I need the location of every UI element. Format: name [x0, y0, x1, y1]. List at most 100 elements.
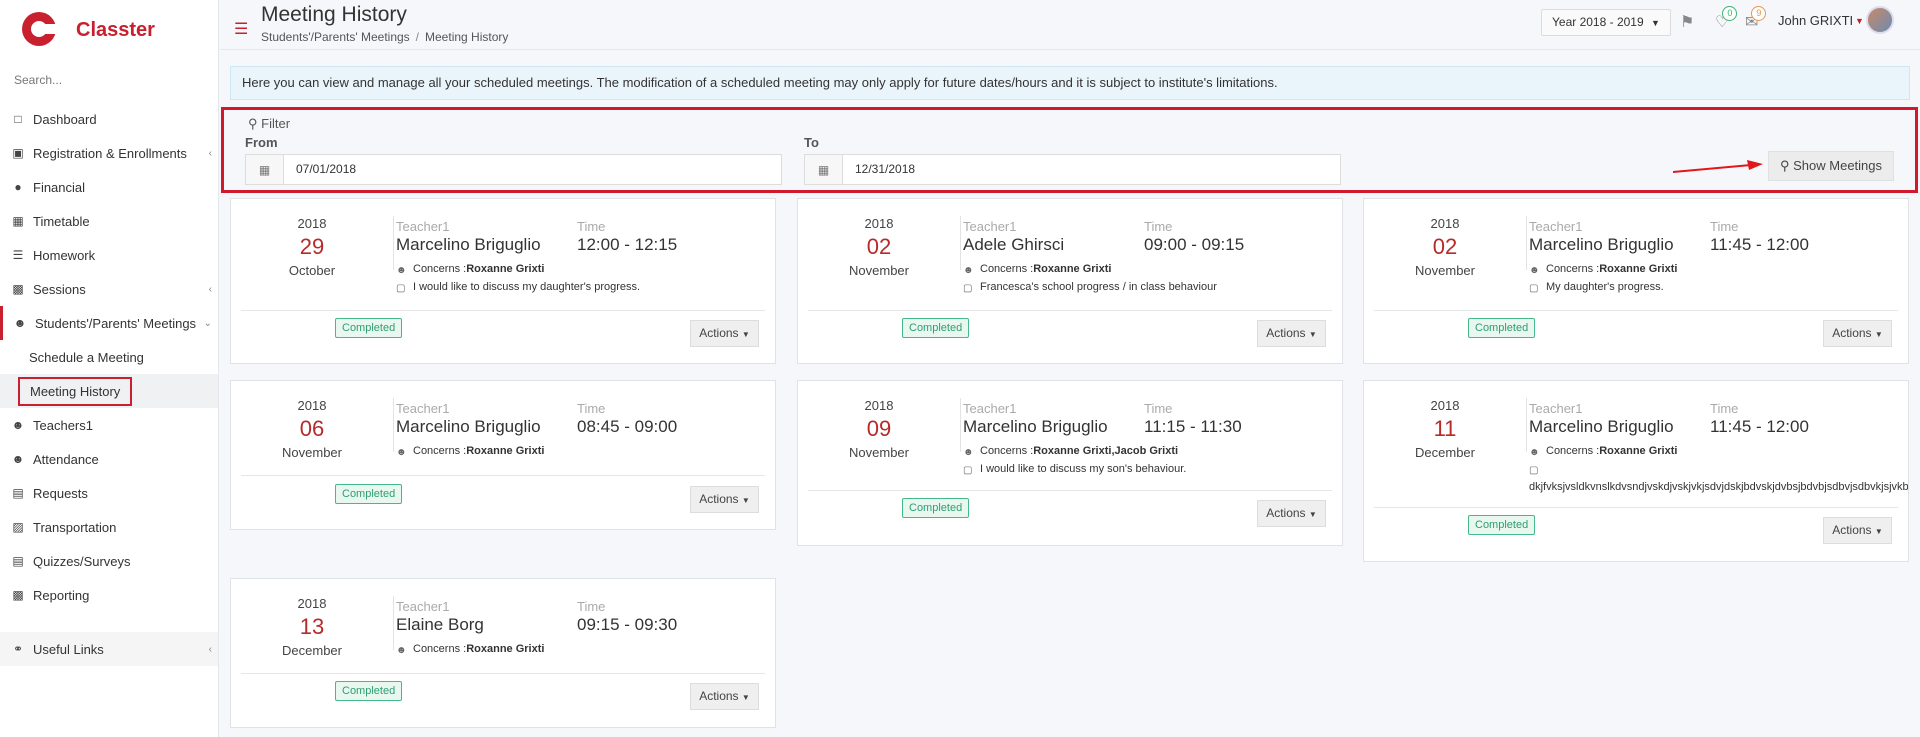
meeting-card: 2018 02 November Teacher1 Adele Ghirsci …	[797, 198, 1343, 364]
teacher-name: Adele Ghirsci	[963, 235, 1065, 254]
sidebar-item-financial[interactable]: ● Financial	[0, 170, 218, 204]
meeting-time: 11:15 - 11:30	[1144, 417, 1242, 436]
document-icon: ▤	[12, 486, 24, 500]
meeting-time: 09:15 - 09:30	[577, 615, 678, 634]
actions-button[interactable]: Actions ▼	[1823, 517, 1892, 544]
status-badge: Completed	[902, 498, 970, 518]
sidebar-subitem-meeting-history[interactable]: Meeting History	[0, 374, 218, 408]
sidebar-item-homework[interactable]: ☰ Homework	[0, 238, 218, 272]
search-icon: ⚲	[1779, 158, 1790, 173]
status-badge: Completed	[335, 681, 403, 701]
caret-down-icon[interactable]: ▼	[1855, 16, 1864, 26]
calendar-icon[interactable]: ▦	[805, 155, 843, 184]
actions-button[interactable]: Actions ▼	[690, 683, 759, 710]
from-label: From	[245, 135, 278, 150]
top-header: ☰ Meeting History Students'/Parents' Mee…	[220, 0, 1920, 50]
sidebar-item-dashboard[interactable]: □ Dashboard	[0, 102, 218, 136]
calendar-icon[interactable]: ▦	[246, 155, 284, 184]
search-icon: ⚲	[248, 116, 258, 131]
envelope-icon[interactable]: ✉ 9	[1745, 6, 1767, 32]
sidebar-item-useful-links[interactable]: ⚭ Useful Links ‹	[0, 632, 218, 666]
teacher-name: Marcelino Briguglio	[396, 417, 541, 436]
teacher-name: Marcelino Briguglio	[963, 417, 1108, 436]
meeting-note: ▢ I would like to discuss my son's behavi…	[963, 463, 1187, 476]
sidebar-item-meetings[interactable]: ☻ Students'/Parents' Meetings ⌄	[0, 306, 218, 340]
status-badge: Completed	[902, 318, 970, 338]
bell-icon[interactable]: ♡ 0	[1715, 6, 1738, 32]
link-icon: ⚭	[12, 642, 24, 656]
logo[interactable]: Classter	[0, 0, 218, 60]
flag-icon[interactable]: ⚑	[1680, 12, 1694, 32]
users-icon: ☻	[11, 418, 25, 432]
actions-button[interactable]: Actions ▼	[690, 486, 759, 513]
caret-down-icon: ▼	[741, 693, 750, 702]
actions-button[interactable]: Actions ▼	[690, 320, 759, 347]
concerns: ☻ Concerns :Roxanne Grixti	[963, 263, 1112, 276]
caret-down-icon: ▼	[1308, 330, 1317, 339]
sidebar-subitem-schedule-meeting[interactable]: Schedule a Meeting	[0, 340, 218, 374]
from-date-input[interactable]: ▦ 07/01/2018	[245, 154, 782, 185]
actions-button[interactable]: Actions ▼	[1823, 320, 1892, 347]
list-icon: ☰	[12, 248, 24, 262]
teacher-name: Elaine Borg	[396, 615, 484, 634]
bus-icon: ▨	[12, 520, 24, 534]
sidebar-search-input[interactable]: Search...	[0, 60, 218, 102]
calendar-icon: ▦	[12, 214, 24, 228]
chevron-down-icon: ⌄	[203, 317, 212, 329]
caret-down-icon: ▼	[1650, 18, 1660, 28]
caret-down-icon: ▼	[741, 496, 750, 505]
caret-down-icon: ▼	[1874, 527, 1883, 536]
meeting-note: ▢ Francesca's school progress / in class …	[963, 281, 1217, 294]
show-meetings-button[interactable]: ⚲ Show Meetings	[1768, 151, 1894, 181]
sidebar-item-sessions[interactable]: ▩ Sessions ‹	[0, 272, 218, 306]
to-date-input[interactable]: ▦ 12/31/2018	[804, 154, 1341, 185]
teacher-name: Marcelino Briguglio	[396, 235, 541, 254]
users-gear-icon: ☻	[13, 316, 27, 330]
user-name[interactable]: John GRIXTI	[1778, 13, 1853, 28]
avatar[interactable]	[1866, 6, 1894, 34]
chevron-left-icon: ‹	[208, 643, 212, 655]
messages-badge: 9	[1751, 6, 1767, 21]
concerns: ☻ Concerns :Roxanne Grixti	[396, 263, 545, 276]
users-icon: ☻	[963, 265, 974, 276]
sidebar-item-attendance[interactable]: ☻ Attendance	[0, 442, 218, 476]
meeting-card: 2018 02 November Teacher1 Marcelino Brig…	[1363, 198, 1909, 364]
sidebar-item-timetable[interactable]: ▦ Timetable	[0, 204, 218, 238]
filter-title: ⚲ Filter	[248, 116, 291, 131]
sidebar-item-quizzes[interactable]: ▤ Quizzes/Surveys	[0, 544, 218, 578]
sessions-icon: ▩	[12, 282, 24, 296]
sidebar-item-reporting[interactable]: ▩ Reporting	[0, 578, 218, 612]
institution-icon: ▣	[12, 146, 24, 160]
status-badge: Completed	[1468, 318, 1536, 338]
classter-logo-icon	[20, 10, 58, 50]
caret-down-icon: ▼	[1874, 330, 1883, 339]
filter-panel: ⚲ Filter From ▦ 07/01/2018 To ▦ 12/31/20…	[221, 107, 1918, 193]
sidebar-item-registration[interactable]: ▣ Registration & Enrollments ‹	[0, 136, 218, 170]
users-icon: ☻	[963, 447, 974, 458]
sidebar-item-teachers[interactable]: ☻ Teachers1	[0, 408, 218, 442]
sidebar-item-requests[interactable]: ▤ Requests	[0, 476, 218, 510]
hamburger-icon[interactable]: ☰	[234, 19, 248, 39]
users-icon: ☻	[396, 645, 407, 656]
concerns: ☻ Concerns :Roxanne Grixti,Jacob Grixti	[963, 445, 1179, 458]
actions-button[interactable]: Actions ▼	[1257, 320, 1326, 347]
status-badge: Completed	[335, 484, 403, 504]
meeting-time: 11:45 - 12:00	[1710, 417, 1809, 436]
meeting-card: 2018 09 November Teacher1 Marcelino Brig…	[797, 380, 1343, 546]
to-label: To	[804, 135, 819, 150]
sidebar-item-transportation[interactable]: ▨ Transportation	[0, 510, 218, 544]
laptop-icon: □	[14, 112, 22, 126]
breadcrumb-item[interactable]: Students'/Parents' Meetings	[261, 30, 410, 44]
comment-icon: ▢	[396, 283, 406, 294]
status-badge: Completed	[1468, 515, 1536, 535]
comment-icon: ▢	[1529, 283, 1539, 294]
app-name: Classter	[76, 18, 155, 41]
breadcrumb-item: Meeting History	[425, 30, 509, 44]
meeting-card: 2018 29 October Teacher1 Marcelino Brigu…	[230, 198, 776, 364]
caret-down-icon: ▼	[1308, 510, 1317, 519]
users-icon: ☻	[1529, 447, 1540, 458]
meeting-note: ▢ I would like to discuss my daughter's p…	[396, 281, 641, 294]
actions-button[interactable]: Actions ▼	[1257, 500, 1326, 527]
year-select[interactable]: Year 2018 - 2019 ▼	[1541, 9, 1671, 36]
teacher-name: Marcelino Briguglio	[1529, 235, 1674, 254]
